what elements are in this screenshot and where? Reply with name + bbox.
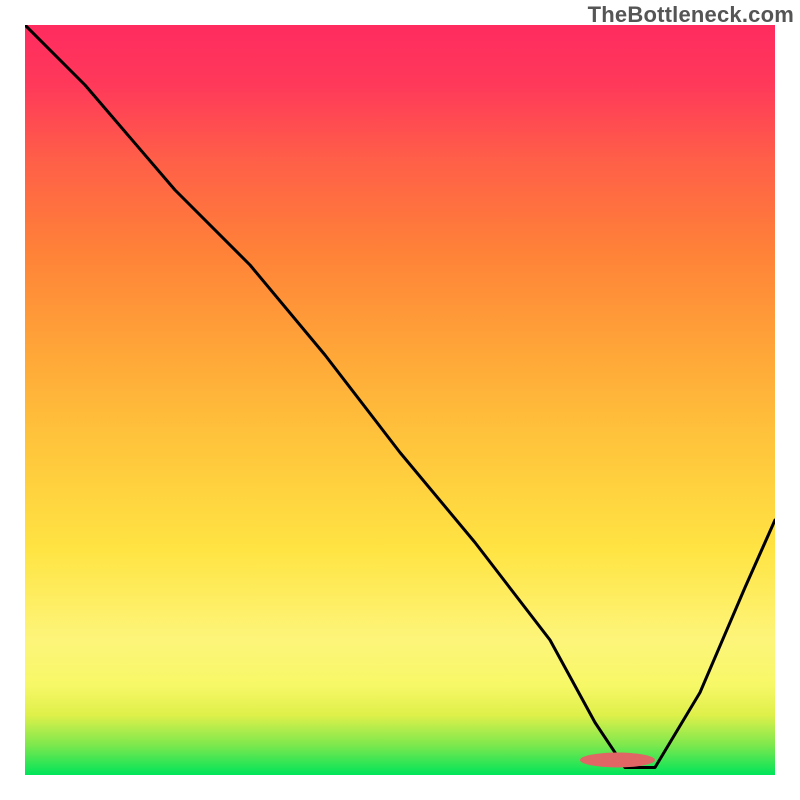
chart-container: TheBottleneck.com — [0, 0, 800, 800]
bottleneck-curve — [25, 25, 775, 768]
plot-area — [25, 25, 775, 775]
optimal-range-marker — [580, 753, 655, 768]
chart-svg — [25, 25, 775, 775]
